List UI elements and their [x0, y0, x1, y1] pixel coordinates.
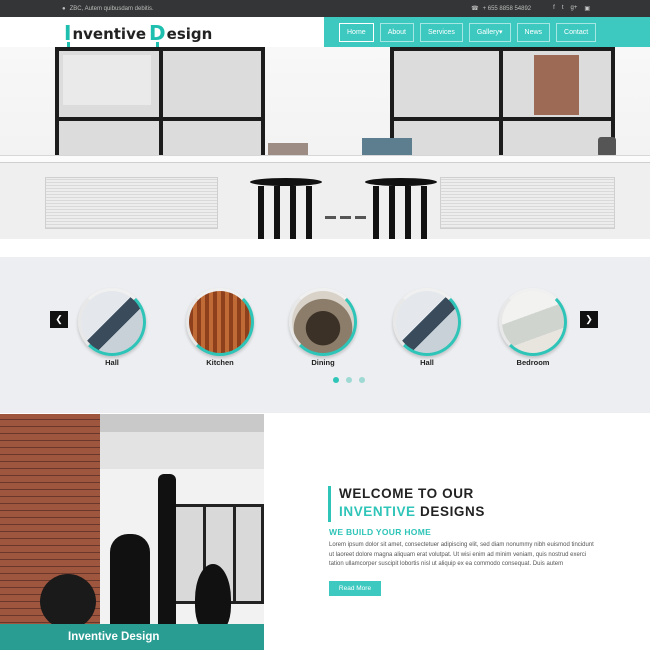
- nav-home[interactable]: Home: [339, 22, 374, 42]
- welcome-photo: Inventive Design: [0, 414, 264, 650]
- welcome-subtitle: WE BUILD YOUR HOME: [329, 527, 432, 537]
- chevron-down-icon: ▾: [499, 28, 503, 36]
- instagram-icon[interactable]: ▣: [584, 5, 590, 12]
- room-image-kitchen: [186, 288, 254, 356]
- carousel-prev-button[interactable]: ❮: [50, 311, 68, 328]
- hero-slider-dot[interactable]: [355, 216, 366, 219]
- carousel-next-button[interactable]: ❯: [580, 311, 598, 328]
- welcome-accent-bar: [328, 486, 331, 522]
- phone-text: + 655 8858 54892: [482, 5, 532, 12]
- twitter-icon[interactable]: t: [562, 5, 564, 12]
- nav-contact[interactable]: Contact: [556, 22, 597, 42]
- nav-services[interactable]: Services: [419, 22, 463, 42]
- hero-stool-left-seat: [250, 178, 322, 186]
- hero-stool-right-seat: [365, 178, 437, 186]
- room-card-hall[interactable]: Hall: [76, 288, 148, 367]
- hero-grille-right: [440, 177, 615, 229]
- chevron-right-icon: ❯: [585, 314, 593, 324]
- vase-tall: [158, 474, 176, 634]
- nav-about[interactable]: About: [379, 22, 414, 42]
- site-header: I nventive D esign Home About Services G…: [0, 17, 650, 49]
- google-plus-icon[interactable]: g+: [570, 5, 577, 12]
- room-label: Hall: [105, 358, 119, 367]
- room-image-hall: [78, 288, 146, 356]
- chevron-left-icon: ❮: [55, 314, 63, 324]
- room-label: Dining: [311, 358, 335, 367]
- lamp: [40, 574, 96, 629]
- hero-slider-dot[interactable]: [340, 216, 351, 219]
- room-label: Hall: [420, 358, 434, 367]
- room-card-dining[interactable]: Dining: [287, 288, 359, 367]
- logo-letter-d: D: [149, 23, 166, 49]
- hero-clock: [598, 137, 616, 157]
- carousel-dot[interactable]: [359, 377, 365, 383]
- hero-stool-left-legs: [258, 186, 314, 239]
- room-card-kitchen[interactable]: Kitchen: [184, 288, 256, 367]
- carousel-dot[interactable]: [346, 377, 352, 383]
- room-label: Bedroom: [516, 358, 550, 367]
- carousel-indicators: [333, 377, 365, 383]
- hero-slider-indicators: [325, 216, 366, 219]
- hero-stool-right-legs: [373, 186, 429, 239]
- location-pin-icon: ●: [62, 5, 66, 12]
- welcome-title-rest: DESIGNS: [415, 504, 485, 519]
- hero-slider: [0, 47, 650, 239]
- nav-gallery[interactable]: Gallery▾: [468, 22, 511, 42]
- facebook-icon[interactable]: f: [553, 5, 555, 12]
- ceiling-beam: [100, 414, 264, 432]
- photo-caption: Inventive Design: [0, 624, 264, 650]
- room-image-dining: [289, 288, 357, 356]
- logo-text-2: esign: [166, 25, 213, 43]
- logo-letter-i: I: [64, 23, 71, 49]
- main-nav: Home About Services Gallery▾ News Contac…: [324, 17, 650, 47]
- address-block: ● ZBC, Autem quibusdam debitis.: [62, 6, 154, 12]
- address-text: ZBC, Autem quibusdam debitis.: [69, 5, 154, 12]
- logo-text-1: nventive: [72, 25, 147, 43]
- vase-medium: [110, 534, 150, 634]
- room-image-bedroom: [499, 288, 567, 356]
- read-more-button[interactable]: Read More: [329, 581, 381, 596]
- welcome-title: WELCOME TO OUR INVENTIVE DESIGNS: [339, 485, 485, 521]
- carousel-dot[interactable]: [333, 377, 339, 383]
- hero-ledge: [0, 155, 650, 163]
- welcome-body: Lorem ipsum dolor sit amet, consectetuer…: [329, 542, 594, 568]
- hero-slider-dot[interactable]: [325, 216, 336, 219]
- top-bar: ● ZBC, Autem quibusdam debitis. ☎ + 655 …: [0, 0, 650, 17]
- welcome-title-line1: WELCOME TO OUR: [339, 486, 474, 501]
- phone-icon: ☎: [471, 6, 479, 12]
- nav-gallery-label: Gallery: [476, 28, 500, 36]
- welcome-title-highlight: INVENTIVE: [339, 504, 416, 519]
- room-carousel: ❮ ❯ Hall Kitchen Dining Hall Bedroom: [0, 257, 650, 413]
- welcome-title-line2: INVENTIVE DESIGNS: [339, 503, 485, 521]
- site-logo[interactable]: I nventive D esign: [64, 21, 213, 49]
- social-links: f t g+ ▣: [553, 5, 590, 12]
- room-card-bedroom[interactable]: Bedroom: [497, 288, 569, 367]
- contact-block: ☎ + 655 8858 54892 f t g+ ▣: [471, 5, 590, 12]
- hero-grille-left: [45, 177, 218, 229]
- room-label: Kitchen: [206, 358, 234, 367]
- room-card-hall-2[interactable]: Hall: [391, 288, 463, 367]
- nav-news[interactable]: News: [516, 22, 551, 42]
- room-image-hall-2: [393, 288, 461, 356]
- hero-books: [362, 138, 412, 156]
